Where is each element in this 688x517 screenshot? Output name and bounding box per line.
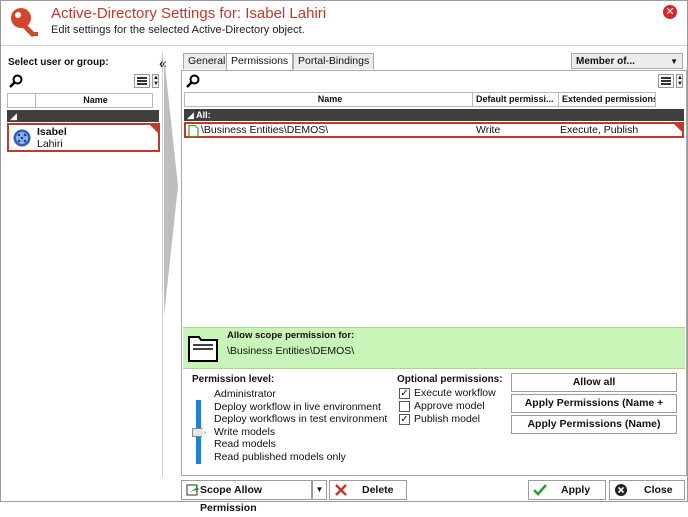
user-list-item[interactable]: Isabel Lahiri bbox=[7, 123, 160, 152]
selected-corner-marker bbox=[674, 124, 682, 132]
level-administrator[interactable]: Administrator bbox=[214, 388, 276, 400]
permissions-pane: ▲ ▼ Name Default permissi... Extended per… bbox=[181, 70, 687, 476]
delete-button[interactable]: Delete bbox=[329, 480, 407, 500]
level-deploy-test[interactable]: Deploy workflows in test environment bbox=[214, 413, 387, 425]
dialog-subtitle: Edit settings for the selected Active-Di… bbox=[51, 24, 305, 36]
allow-all-button[interactable]: Allow all bbox=[511, 373, 677, 392]
close-button[interactable]: Close bbox=[609, 480, 685, 500]
header-name[interactable]: Name bbox=[36, 94, 152, 107]
selected-corner-marker bbox=[150, 125, 158, 133]
group-bar: ◢ bbox=[7, 110, 159, 122]
select-user-label: Select user or group: bbox=[8, 57, 109, 68]
apply-name-button[interactable]: Apply Permissions (Name) bbox=[511, 415, 677, 434]
member-of-dropdown[interactable]: Member of... ▼ bbox=[571, 53, 683, 69]
user-group-icon bbox=[13, 129, 31, 147]
permission-row[interactable]: \Business Entities\DEMOS\ Write Execute,… bbox=[184, 122, 684, 138]
level-read-models[interactable]: Read models bbox=[214, 438, 276, 450]
publish-model-label: Publish model bbox=[414, 413, 480, 425]
column-chooser-icon[interactable] bbox=[134, 74, 150, 88]
column-chooser-arrow-icon[interactable]: ▲ ▼ bbox=[676, 74, 683, 88]
dialog-header: Active-Directory Settings for: Isabel La… bbox=[1, 1, 687, 46]
scope-path: \Business Entities\DEMOS\ bbox=[227, 345, 355, 357]
execute-workflow-checkbox[interactable]: ✓ bbox=[399, 388, 410, 399]
scope-permission-panel: Allow scope permission for: \Business En… bbox=[183, 327, 685, 369]
tab-general[interactable]: General bbox=[183, 53, 231, 69]
header-extended-permissions[interactable]: Extended permissions bbox=[559, 93, 655, 106]
panel-divider-arrow bbox=[164, 56, 178, 316]
close-circle-icon bbox=[615, 484, 627, 496]
folder-icon bbox=[188, 336, 218, 362]
user-first-name: Isabel bbox=[37, 126, 67, 138]
column-chooser-arrow-icon[interactable]: ▲ ▼ bbox=[152, 74, 159, 88]
checkmark-icon bbox=[533, 484, 547, 496]
dialog-title: Active-Directory Settings for: Isabel La… bbox=[51, 5, 327, 22]
search-icon[interactable] bbox=[186, 74, 200, 88]
permission-level-thumb[interactable] bbox=[192, 428, 206, 437]
header-blank bbox=[8, 94, 36, 107]
user-last-name: Lahiri bbox=[37, 138, 63, 150]
permission-level-label: Permission level: bbox=[192, 374, 275, 385]
close-label: Close bbox=[644, 484, 673, 496]
column-chooser-icon[interactable] bbox=[658, 74, 674, 88]
document-icon bbox=[188, 125, 199, 137]
execute-workflow-label: Execute workflow bbox=[414, 387, 496, 399]
group-bar-all: ◢ All: bbox=[184, 109, 684, 121]
permission-row-extended: Execute, Publish bbox=[560, 124, 639, 136]
close-icon[interactable]: ✕ bbox=[663, 5, 677, 19]
scope-allow-permission-button[interactable]: Scope Allow Permission bbox=[181, 480, 312, 514]
tab-portal-bindings[interactable]: Portal-Bindings bbox=[293, 53, 375, 69]
delete-label: Delete bbox=[362, 484, 394, 496]
approve-model-label: Approve model bbox=[414, 400, 485, 412]
apply-button[interactable]: Apply bbox=[528, 480, 606, 500]
group-label: All: bbox=[196, 110, 211, 120]
chevron-down-icon: ▼ bbox=[670, 57, 678, 66]
permissions-panel: General Permissions Portal-Bindings Memb… bbox=[181, 52, 687, 476]
key-icon bbox=[11, 8, 38, 38]
header-name[interactable]: Name bbox=[185, 93, 473, 106]
tab-permissions[interactable]: Permissions bbox=[226, 53, 294, 70]
publish-model-checkbox[interactable]: ✓ bbox=[399, 414, 410, 425]
scope-allow-dropdown[interactable]: ▼ bbox=[312, 480, 327, 500]
delete-icon bbox=[335, 484, 347, 496]
user-table-header: Name bbox=[7, 93, 153, 108]
member-of-label: Member of... bbox=[576, 56, 635, 67]
approve-model-checkbox[interactable] bbox=[399, 401, 410, 412]
scope-allow-label: Scope Allow Permission bbox=[200, 484, 263, 514]
optional-permissions-label: Optional permissions: bbox=[397, 374, 503, 385]
level-deploy-live[interactable]: Deploy workflow in live environment bbox=[214, 401, 381, 413]
bottom-bar: Scope Allow Permission ▼ Delete Apply Cl… bbox=[1, 479, 687, 514]
permissions-table-header: Name Default permissi... Extended permis… bbox=[184, 92, 656, 107]
level-write-models[interactable]: Write models bbox=[214, 426, 275, 438]
settings-window: Active-Directory Settings for: Isabel La… bbox=[0, 0, 688, 514]
group-expand-icon[interactable]: ◢ bbox=[187, 110, 196, 120]
user-group-panel: Select user or group: « ▲ ▼ Name ◢ Isabel… bbox=[3, 52, 167, 477]
apply-name-level-button[interactable]: Apply Permissions (Name + Level) bbox=[511, 394, 677, 426]
level-read-published[interactable]: Read published models only bbox=[214, 451, 346, 463]
permission-row-name: \Business Entities\DEMOS\ bbox=[201, 124, 329, 136]
header-default-permission[interactable]: Default permissi... bbox=[473, 93, 559, 106]
apply-label: Apply bbox=[561, 484, 591, 496]
search-icon[interactable] bbox=[9, 74, 23, 88]
scope-allow-icon bbox=[186, 484, 199, 496]
scope-title: Allow scope permission for: bbox=[227, 330, 355, 341]
permission-row-default: Write bbox=[476, 124, 501, 136]
